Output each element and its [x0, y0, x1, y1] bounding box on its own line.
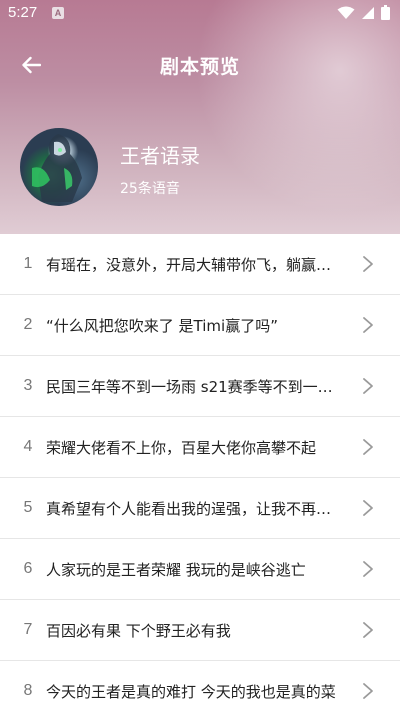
item-index: 6 — [23, 560, 33, 577]
screen: 5:27 A 剧本预览 王者语录 25条语音 1 有瑶在，没意外，开局大辅带你飞… — [0, 0, 400, 710]
item-text: 人家玩的是王者荣耀 我玩的是峡谷逃亡 — [46, 560, 306, 579]
chevron-right-icon — [363, 622, 373, 638]
status-icons — [337, 5, 390, 20]
avatar — [20, 128, 98, 206]
profile-count: 25条语音 — [120, 181, 180, 197]
list-item[interactable]: 8 今天的王者是真的难打 今天的我也是真的菜 — [0, 661, 400, 710]
chevron-right-icon — [363, 378, 373, 394]
item-index: 8 — [23, 682, 33, 699]
item-text: “什么风把您吹来了 是Timi赢了吗” — [46, 316, 278, 335]
item-index: 3 — [23, 377, 33, 394]
item-text: 今天的王者是真的难打 今天的我也是真的菜 — [46, 682, 336, 701]
notification-icon: A — [52, 7, 64, 19]
signal-icon — [362, 6, 374, 19]
list-item[interactable]: 2 “什么风把您吹来了 是Timi赢了吗” — [0, 295, 400, 356]
item-index: 1 — [23, 255, 33, 272]
battery-icon — [381, 5, 390, 20]
status-bar: 5:27 A — [0, 0, 400, 28]
item-text: 有瑶在，没意外，开局大辅带你飞，躺赢上分不是梦 — [46, 255, 342, 274]
list-item[interactable]: 7 百因必有果 下个野王必有我 — [0, 600, 400, 661]
list-item[interactable]: 3 民国三年等不到一场雨 s21赛季等不到一场胜利 — [0, 356, 400, 417]
item-text: 百因必有果 下个野王必有我 — [46, 621, 231, 640]
chevron-right-icon — [363, 256, 373, 272]
item-index: 4 — [23, 438, 33, 455]
chevron-right-icon — [363, 561, 373, 577]
list-item[interactable]: 5 真希望有个人能看出我的逞强，让我不再伪装 — [0, 478, 400, 539]
status-time: 5:27 — [8, 4, 38, 21]
page-title: 剧本预览 — [159, 56, 240, 78]
item-text: 民国三年等不到一场雨 s21赛季等不到一场胜利 — [46, 377, 342, 396]
list-item[interactable]: 6 人家玩的是王者荣耀 我玩的是峡谷逃亡 — [0, 539, 400, 600]
chevron-right-icon — [363, 500, 373, 516]
wifi-icon — [337, 6, 355, 19]
script-list: 1 有瑶在，没意外，开局大辅带你飞，躺赢上分不是梦 2 “什么风把您吹来了 是Timi… — [0, 234, 400, 710]
item-index: 7 — [23, 621, 33, 638]
chevron-right-icon — [363, 317, 373, 333]
item-index: 2 — [23, 316, 33, 333]
chevron-right-icon — [363, 439, 373, 455]
app-bar: 剧本预览 — [0, 44, 400, 84]
item-index: 5 — [23, 499, 33, 516]
profile-name: 王者语录 — [120, 144, 200, 168]
item-text: 荣耀大佬看不上你，百星大佬你高攀不起 — [46, 438, 317, 457]
avatar-hero-image — [32, 134, 82, 202]
chevron-right-icon — [363, 683, 373, 699]
item-text: 真希望有个人能看出我的逞强，让我不再伪装 — [46, 499, 342, 518]
list-item[interactable]: 4 荣耀大佬看不上你，百星大佬你高攀不起 — [0, 417, 400, 478]
list-item[interactable]: 1 有瑶在，没意外，开局大辅带你飞，躺赢上分不是梦 — [0, 234, 400, 295]
